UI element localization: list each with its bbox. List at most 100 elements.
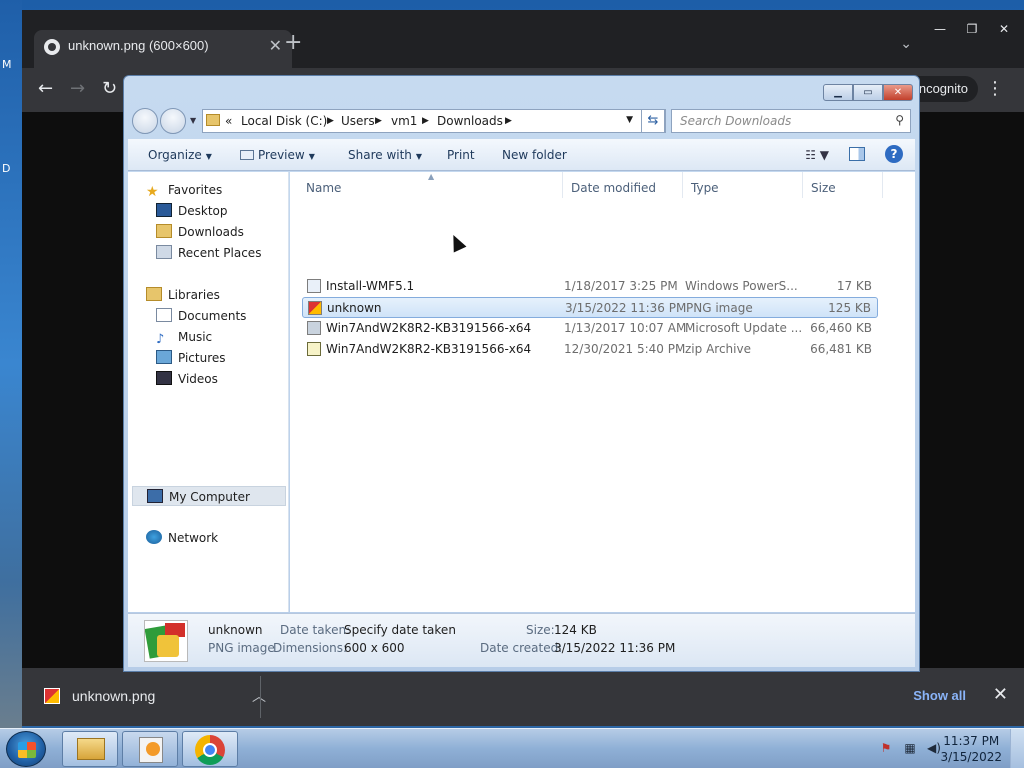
chevron-down-icon[interactable]: ⌄ [900, 36, 912, 52]
desktop-icon-label: M [2, 58, 12, 71]
media-player-icon [139, 737, 163, 763]
taskbar-chrome-button[interactable] [182, 731, 238, 767]
close-icon[interactable]: ✕ [993, 684, 1008, 705]
desktop-icon-label: D [2, 162, 11, 175]
chevron-right-icon[interactable]: ▶ [505, 116, 512, 126]
new-folder-button[interactable]: New folder [502, 148, 567, 162]
file-type: Microsoft Update ... [685, 321, 803, 335]
search-icon: ⚲ [895, 113, 904, 127]
powershell-script-icon [307, 279, 321, 293]
taskbar: ⚑ ▦ ◀) 11:37 PM 3/15/2022 [0, 728, 1024, 768]
chevron-down-icon[interactable]: ▼ [190, 116, 196, 125]
png-image-icon [308, 301, 322, 315]
breadcrumb-overflow[interactable]: « [225, 114, 232, 128]
clock[interactable]: 11:37 PM 3/15/2022 [940, 733, 1002, 765]
nav-recent-places[interactable]: Recent Places [156, 243, 261, 263]
maximize-button[interactable]: ❐ [958, 20, 986, 38]
nav-pictures[interactable]: Pictures [156, 348, 226, 368]
show-all-link[interactable]: Show all [913, 688, 966, 703]
new-tab-button[interactable]: + [284, 32, 302, 54]
size-label: Size: [526, 623, 555, 637]
file-name: Win7AndW2K8R2-KB3191566-x64 [326, 342, 532, 356]
nav-downloads[interactable]: Downloads [156, 222, 244, 242]
dimensions-label: Dimensions: [273, 641, 348, 655]
back-arrow-icon[interactable]: ← [38, 80, 53, 98]
nav-documents[interactable]: Documents [156, 306, 246, 326]
close-button[interactable]: ✕ [990, 20, 1018, 38]
chevron-up-icon[interactable]: ︿ [252, 686, 266, 706]
file-name: Install-WMF5.1 [326, 279, 415, 293]
refresh-button[interactable]: ⇆ [641, 109, 665, 133]
chevron-right-icon[interactable]: ▶ [327, 116, 334, 126]
nav-favorites[interactable]: ★ Favorites [146, 180, 222, 200]
date-taken-value[interactable]: Specify date taken [344, 623, 456, 637]
column-header-size[interactable]: Size [803, 172, 883, 198]
navigation-pane: ★ Favorites Desktop Downloads Recent Plac… [128, 172, 289, 612]
nav-videos[interactable]: Videos [156, 369, 218, 389]
share-with-button[interactable]: Share with ▼ [348, 148, 422, 162]
nav-network[interactable]: Network [146, 528, 218, 548]
forward-button[interactable] [160, 108, 186, 134]
minimize-button[interactable]: ▁ [823, 84, 853, 101]
nav-my-computer[interactable]: My Computer [132, 486, 286, 506]
file-date: 12/30/2021 5:40 PM [564, 342, 686, 356]
chevron-right-icon[interactable]: ▶ [422, 116, 429, 126]
preview-pane-button[interactable] [849, 147, 865, 161]
view-options-button[interactable]: ☷ ▼ [805, 148, 829, 162]
taskbar-media-player-button[interactable] [122, 731, 178, 767]
system-tray: ⚑ ▦ ◀) [878, 740, 942, 756]
column-header-type[interactable]: Type [683, 172, 803, 198]
network-status-icon[interactable]: ▦ [902, 740, 918, 756]
forward-arrow-icon[interactable]: → [70, 80, 85, 98]
file-row[interactable]: Install-WMF5.1 1/18/2017 3:25 PM Windows… [302, 276, 878, 297]
file-type: zip Archive [685, 342, 751, 356]
show-desktop-button[interactable] [1010, 729, 1024, 768]
search-input[interactable]: Search Downloads ⚲ [671, 109, 911, 133]
file-date: 3/15/2022 11:36 PM [565, 301, 687, 315]
size-value: 124 KB [554, 623, 597, 637]
breadcrumb-users[interactable]: Users [341, 114, 375, 128]
chevron-right-icon[interactable]: ▶ [375, 116, 382, 126]
column-header-date[interactable]: Date modified [563, 172, 683, 198]
chevron-down-icon[interactable]: ▼ [626, 115, 633, 125]
file-size: 125 KB [828, 301, 871, 315]
tab-unknown-png[interactable]: unknown.png (600×600) ✕ [34, 30, 292, 68]
file-row-selected[interactable]: unknown 3/15/2022 11:36 PM PNG image 125… [302, 297, 878, 318]
minimize-button[interactable]: — [926, 20, 954, 38]
command-bar: Organize ▼ Preview ▼ Share with ▼ Print New… [128, 139, 915, 171]
chrome-icon [195, 735, 225, 765]
nav-music[interactable]: ♪ Music [156, 327, 212, 347]
start-button[interactable] [6, 731, 46, 767]
file-name: Win7AndW2K8R2-KB3191566-x64 [326, 321, 532, 335]
file-row[interactable]: Win7AndW2K8R2-KB3191566-x64 1/13/2017 10… [302, 318, 878, 339]
desktop-icon [156, 203, 172, 217]
maximize-button[interactable]: ▭ [853, 84, 883, 101]
png-file-icon [44, 688, 60, 704]
close-button[interactable]: ✕ [883, 84, 913, 101]
details-pane: unknown PNG image Date taken: Specify da… [128, 613, 915, 667]
download-item[interactable]: unknown.png ︿ [42, 682, 266, 712]
back-button[interactable] [132, 108, 158, 134]
divider [260, 676, 261, 718]
globe-icon [44, 39, 60, 55]
close-icon[interactable]: ✕ [269, 36, 282, 55]
print-button[interactable]: Print [447, 148, 475, 162]
address-bar[interactable]: « Local Disk (C:) ▶ Users ▶ vm1 ▶ Downlo… [202, 109, 666, 133]
recent-places-icon [156, 245, 172, 259]
action-center-icon[interactable]: ⚑ [878, 740, 894, 756]
breadcrumb-downloads[interactable]: Downloads [437, 114, 503, 128]
nav-desktop[interactable]: Desktop [156, 201, 228, 221]
taskbar-explorer-button[interactable] [62, 731, 118, 767]
windows-logo-icon [18, 742, 36, 758]
nav-libraries[interactable]: Libraries [146, 285, 220, 305]
file-row[interactable]: Win7AndW2K8R2-KB3191566-x64 12/30/2021 5… [302, 339, 878, 360]
organize-button[interactable]: Organize ▼ [148, 148, 212, 162]
preview-button[interactable]: Preview ▼ [240, 148, 315, 162]
reload-icon[interactable]: ↻ [102, 80, 117, 98]
file-explorer-dialog: ▁ ▭ ✕ ▼ « Local Disk (C:) ▶ Users ▶ vm1 … [123, 75, 920, 672]
help-icon[interactable]: ? [885, 145, 903, 163]
file-size: 66,460 KB [810, 321, 872, 335]
breadcrumb-vm1[interactable]: vm1 [391, 114, 417, 128]
breadcrumb-local-disk[interactable]: Local Disk (C:) [241, 114, 327, 128]
more-menu-icon[interactable]: ⋮ [986, 78, 1004, 99]
